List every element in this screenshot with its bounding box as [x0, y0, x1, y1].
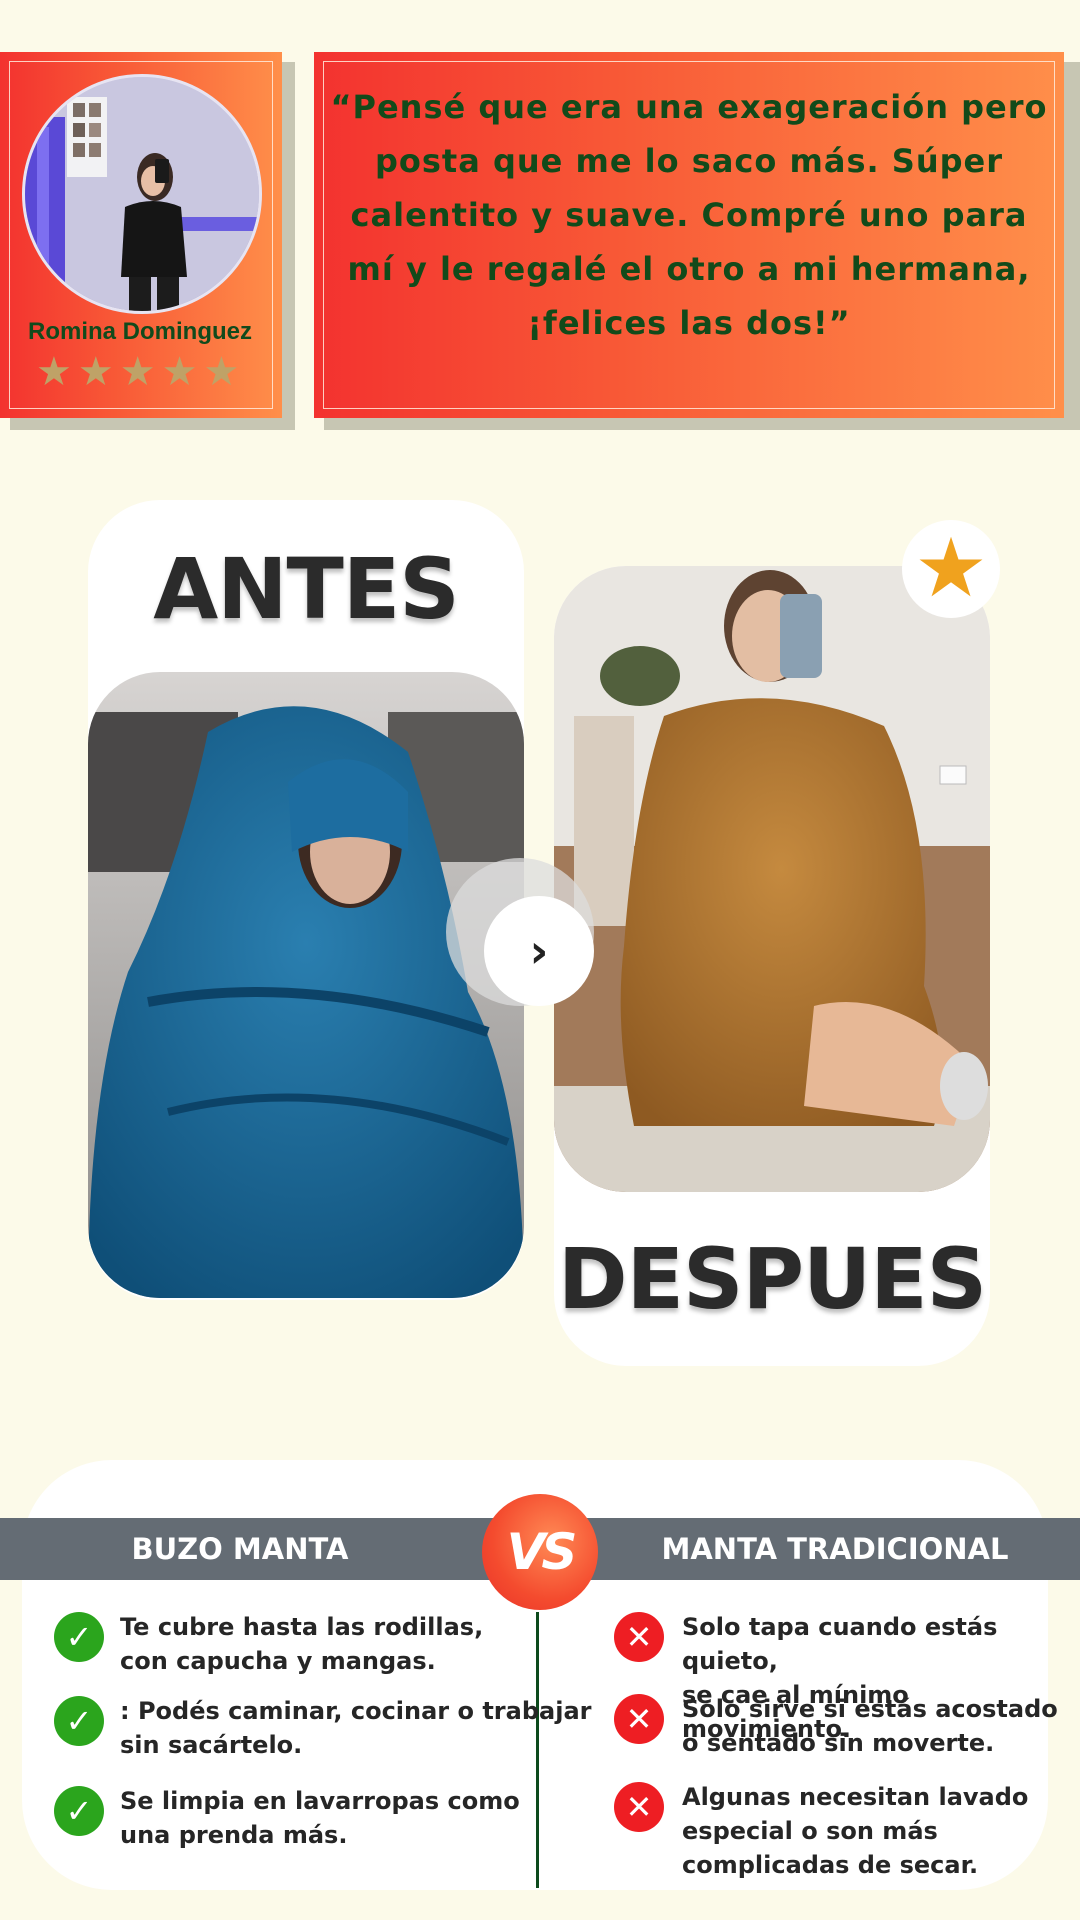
- item-text: Solo sirve si estás acostado o sentado s…: [682, 1695, 1058, 1757]
- cross-icon: ✕: [614, 1612, 664, 1662]
- cross-icon: ✕: [614, 1694, 664, 1744]
- testimonial-quote: “Pensé que era una exageración pero post…: [330, 88, 1048, 342]
- star-icon: ★: [161, 349, 198, 395]
- list-item: ✕ Solo sirve si estás acostado o sentado…: [614, 1692, 1058, 1760]
- reviewer-avatar: [22, 74, 262, 314]
- before-label: ANTES: [153, 540, 460, 638]
- before-photo: [88, 672, 524, 1298]
- check-icon: ✓: [54, 1612, 104, 1662]
- list-item: ✓ : Podés caminar, cocinar o trabajar si…: [54, 1694, 591, 1762]
- cross-icon: ✕: [614, 1782, 664, 1832]
- left-column-title: BUZO MANTA: [131, 1532, 349, 1566]
- star-icon: ★: [36, 349, 72, 395]
- quote-card: “Pensé que era una exageración pero post…: [314, 52, 1064, 418]
- after-photo: [554, 566, 990, 1192]
- chevron-right-icon[interactable]: ›: [484, 896, 594, 1006]
- reviewer-name: Romina Dominguez: [27, 318, 252, 345]
- check-icon: ✓: [54, 1786, 104, 1836]
- star-icon: ★: [902, 520, 1000, 618]
- list-item: ✕ Algunas necesitan lavado especial o so…: [614, 1780, 1028, 1882]
- star-icon: ★: [119, 349, 156, 395]
- star-icon: ★: [77, 349, 114, 395]
- vs-badge: VS: [482, 1494, 598, 1610]
- after-label: DESPUES: [557, 1230, 987, 1328]
- right-column-title: MANTA TRADICIONAL: [661, 1532, 1009, 1566]
- rating-stars: ★ ★ ★ ★ ★: [36, 352, 239, 392]
- item-text: Algunas necesitan lavado especial o son …: [682, 1783, 1029, 1879]
- list-item: ✓ Se limpia en lavarropas como una prend…: [54, 1784, 520, 1852]
- item-text: Te cubre hasta las rodillas, con capucha…: [120, 1613, 484, 1675]
- item-text: : Podés caminar, cocinar o trabajar sin …: [120, 1697, 592, 1759]
- check-icon: ✓: [54, 1696, 104, 1746]
- list-item: ✓ Te cubre hasta las rodillas, con capuc…: [54, 1610, 483, 1678]
- star-icon: ★: [203, 349, 240, 395]
- item-text: Se limpia en lavarropas como una prenda …: [120, 1787, 520, 1849]
